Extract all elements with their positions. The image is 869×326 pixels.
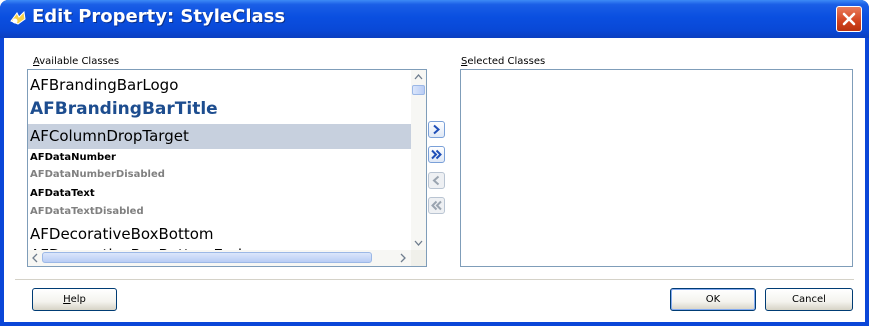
selected-classes-list[interactable] (460, 69, 853, 267)
move-right-icon (433, 124, 441, 135)
list-item[interactable]: AFDecorativeBoxBottom (30, 225, 214, 243)
list-item-selected[interactable]: AFColumnDropTarget (30, 127, 189, 145)
vertical-scroll-thumb[interactable] (412, 85, 425, 95)
list-item[interactable]: AFBrandingBarLogo (30, 76, 178, 94)
scroll-right-icon[interactable] (396, 250, 410, 266)
list-item[interactable]: AFBrandingBarTitle (30, 99, 218, 119)
scroll-left-icon[interactable] (28, 250, 42, 266)
vertical-scrollbar[interactable] (411, 70, 426, 250)
cancel-button[interactable]: Cancel (765, 288, 853, 311)
scroll-up-icon[interactable] (411, 70, 426, 84)
available-classes-label: Available Classes (33, 56, 120, 67)
scroll-down-icon[interactable] (411, 236, 426, 250)
move-all-left-icon (431, 200, 442, 211)
window-title: Edit Property: StyleClass (32, 6, 286, 27)
move-all-right-icon (431, 149, 442, 160)
move-all-right-button[interactable] (428, 146, 445, 163)
move-all-left-button[interactable] (428, 197, 445, 214)
button-divider (15, 279, 854, 280)
scrollbar-corner (411, 250, 426, 266)
move-left-button[interactable] (428, 172, 445, 189)
help-button[interactable]: Help (32, 288, 117, 311)
list-item[interactable]: AFDataNumberDisabled (30, 169, 165, 180)
list-item[interactable]: AFDataNumber (30, 152, 116, 163)
move-left-icon (432, 175, 440, 186)
close-icon (842, 12, 856, 26)
available-classes-list[interactable]: AFBrandingBarLogo AFBrandingBarTitle AFC… (27, 69, 427, 267)
property-icon (10, 10, 26, 25)
dialog-window: Edit Property: StyleClass Available Clas… (0, 0, 869, 326)
move-right-button[interactable] (428, 121, 445, 138)
close-button[interactable] (836, 6, 862, 32)
selected-classes-label: Selected Classes (461, 56, 546, 67)
ok-button[interactable]: OK (670, 288, 756, 311)
title-bar[interactable]: Edit Property: StyleClass (0, 0, 869, 38)
horizontal-scrollbar[interactable] (28, 250, 411, 266)
list-item[interactable]: AFDataTextDisabled (30, 206, 144, 217)
horizontal-scroll-thumb[interactable] (42, 252, 372, 263)
list-item[interactable]: AFDataText (30, 188, 95, 199)
